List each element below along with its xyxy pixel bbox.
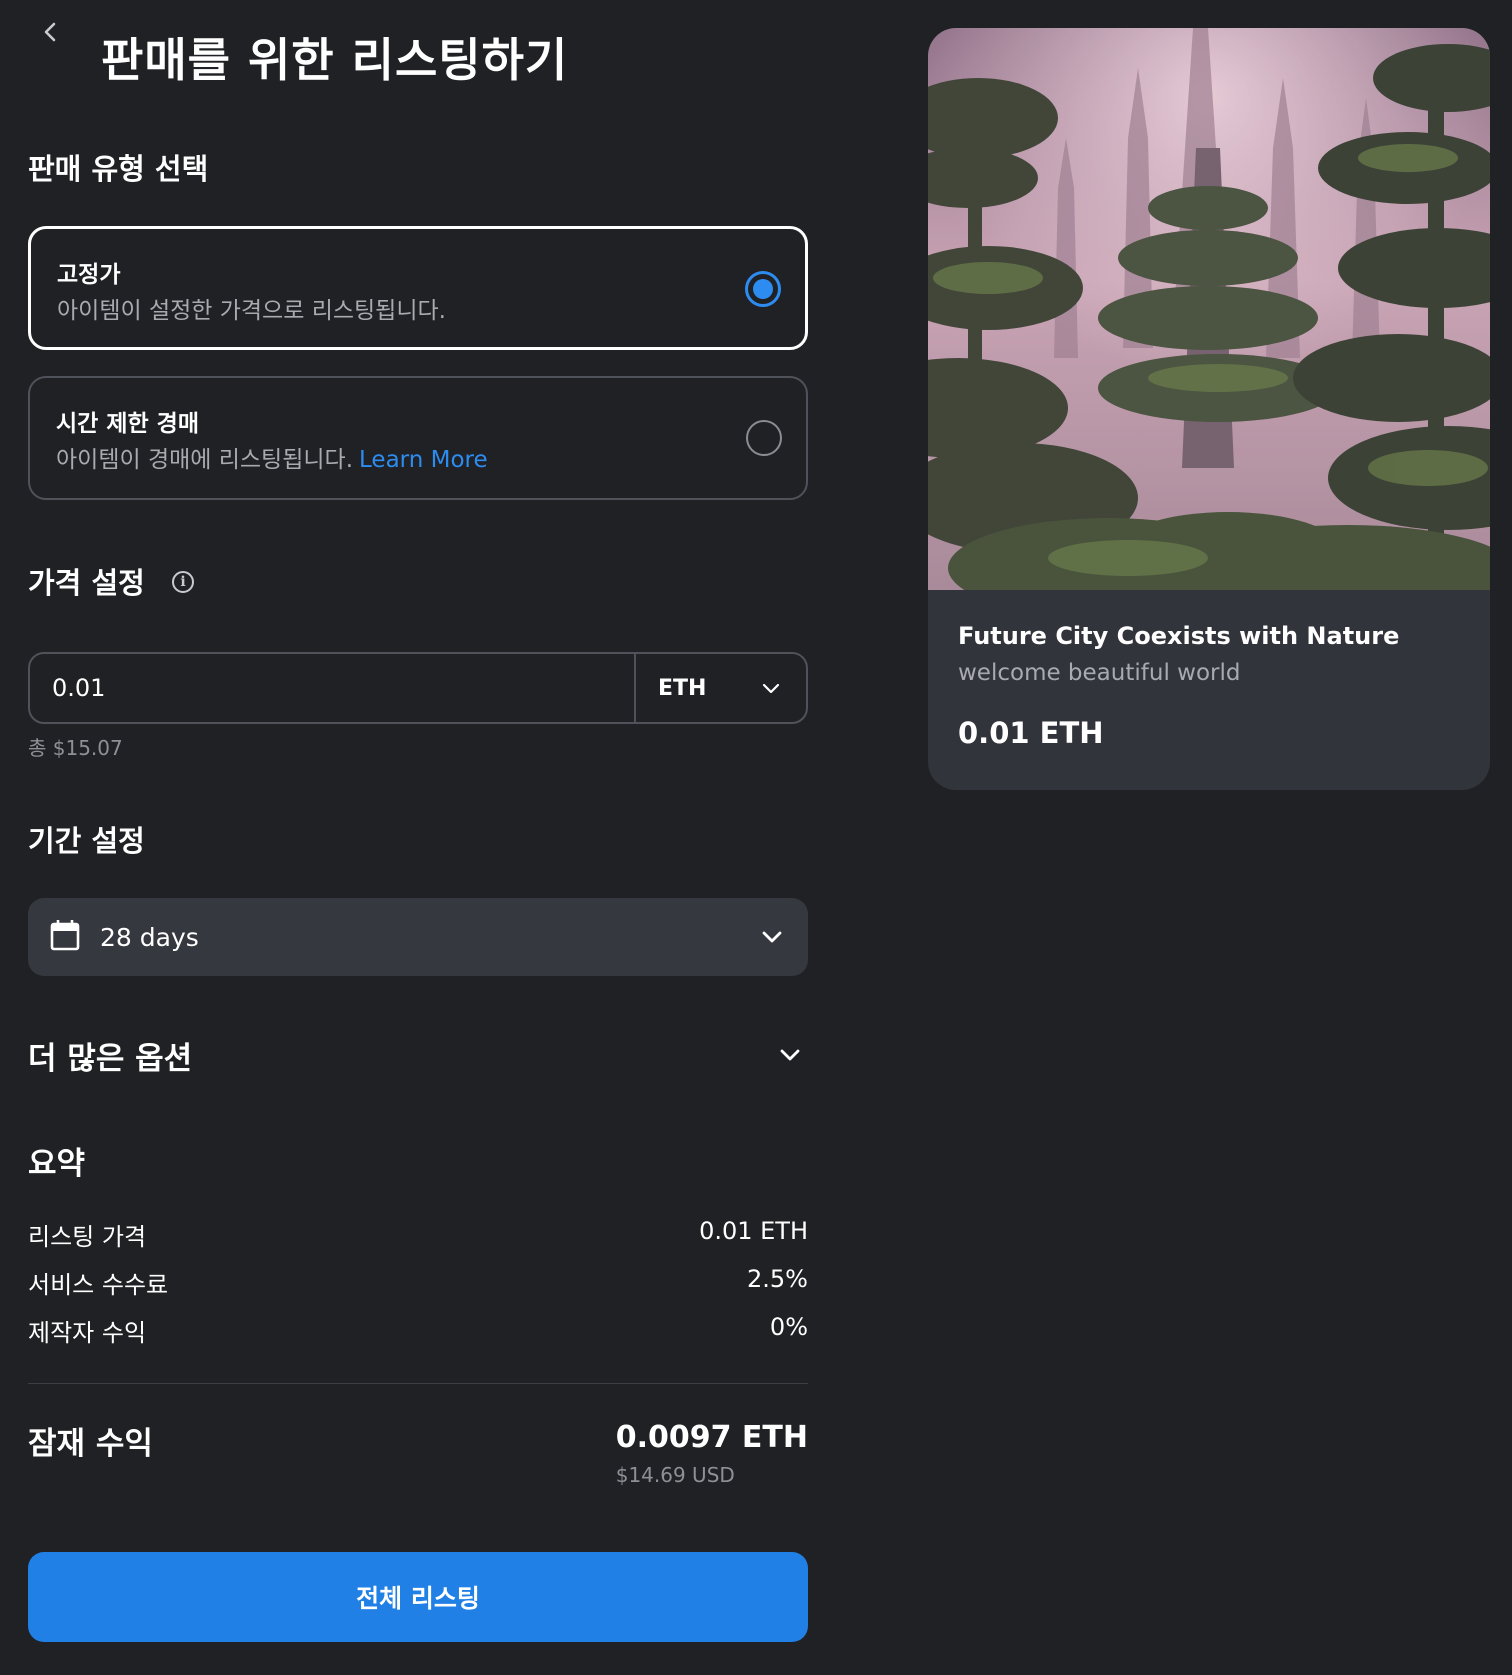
currency-label: ETH (658, 675, 707, 701)
timed-auction-radio[interactable] (746, 420, 782, 456)
option-title: 고정가 (57, 262, 121, 288)
summary-row: 서비스 수수료 2.5% (28, 1265, 808, 1300)
price-heading: 가격 설정 (28, 566, 145, 600)
summary-row: 제작자 수익 0% (28, 1313, 808, 1348)
sale-type-option-auction[interactable]: 시간 제한 경매 아이템이 경매에 리스팅됩니다. Learn More (28, 376, 808, 500)
chevron-down-icon (762, 928, 782, 947)
sale-type-option-fixed[interactable]: 고정가 아이템이 설정한 가격으로 리스팅됩니다. (28, 226, 808, 350)
price-field: ETH (28, 652, 808, 724)
more-options-label: 더 많은 옵션 (28, 1040, 193, 1077)
duration-value: 28 days (100, 922, 199, 952)
option-description: 아이템이 설정한 가격으로 리스팅됩니다. (57, 298, 446, 324)
duration-heading: 기간 설정 (28, 824, 145, 858)
potential-earnings-usd: $14.69 USD (615, 1463, 735, 1487)
potential-earnings-eth: 0.0097 ETH (615, 1420, 808, 1455)
summary-row: 리스팅 가격 0.01 ETH (28, 1217, 808, 1252)
price-total-usd: 총 $15.07 (28, 736, 123, 760)
potential-earnings-label: 잠재 수익 (28, 1426, 153, 1462)
option-title: 시간 제한 경매 (56, 411, 199, 437)
nft-price: 0.01 ETH (958, 716, 1104, 750)
price-input[interactable] (30, 654, 634, 722)
chevron-down-icon (762, 676, 780, 701)
summary-label: 리스팅 가격 (28, 1223, 147, 1251)
nft-subtitle: welcome beautiful world (958, 660, 1241, 686)
sale-type-heading: 판매 유형 선택 (28, 152, 209, 186)
preview-card: Future City Coexists with Nature welcome… (928, 28, 1490, 790)
summary-label: 서비스 수수료 (28, 1271, 169, 1299)
nft-title: Future City Coexists with Nature (958, 622, 1400, 650)
preview-info: Future City Coexists with Nature welcome… (958, 622, 1399, 750)
option-description-wrap: 아이템이 경매에 리스팅됩니다. Learn More (56, 440, 488, 474)
summary-value: 0.01 ETH (699, 1217, 808, 1245)
option-description: 아이템이 경매에 리스팅됩니다. (56, 447, 354, 473)
summary-value: 0% (769, 1313, 808, 1341)
summary-divider (28, 1383, 808, 1384)
back-arrow-icon[interactable] (40, 22, 60, 42)
nft-image (928, 28, 1490, 590)
more-options-toggle[interactable]: 더 많은 옵션 (28, 1032, 808, 1078)
summary-label: 제작자 수익 (28, 1319, 147, 1347)
summary-value: 2.5% (747, 1265, 808, 1293)
calendar-icon (50, 919, 80, 955)
summary-heading: 요약 (28, 1146, 86, 1182)
currency-select[interactable]: ETH (634, 654, 806, 722)
potential-earnings: 0.0097 ETH $14.69 USD (616, 1420, 808, 1487)
header (40, 22, 60, 42)
complete-listing-button[interactable]: 전체 리스팅 (28, 1552, 808, 1642)
chevron-down-icon (780, 1046, 800, 1065)
info-icon[interactable]: i (172, 571, 194, 593)
page-title: 판매를 위한 리스팅하기 (101, 33, 569, 87)
fixed-price-radio[interactable] (745, 271, 781, 307)
learn-more-link[interactable]: Learn More (359, 447, 488, 473)
duration-select[interactable]: 28 days (28, 898, 808, 976)
